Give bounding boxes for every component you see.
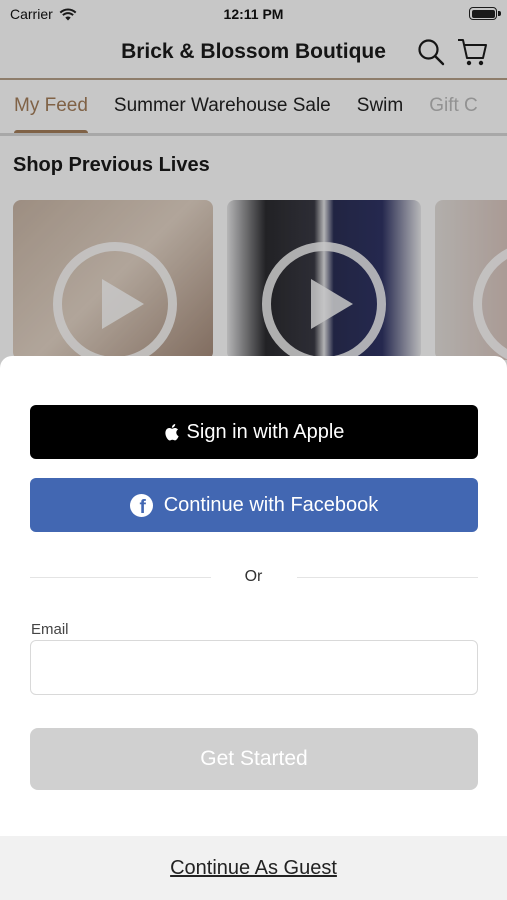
apple-button-label: Sign in with Apple (186, 420, 345, 443)
apple-icon (164, 424, 179, 441)
facebook-icon: f (129, 493, 153, 517)
continue-as-guest-link[interactable]: Continue As Guest (170, 857, 337, 880)
login-sheet: Sign in with Apple f Continue with Faceb… (0, 356, 507, 900)
sign-in-with-apple-button[interactable]: Sign in with Apple (30, 405, 478, 459)
get-started-label: Get Started (200, 747, 308, 770)
email-label: Email (31, 621, 69, 638)
guest-bar: Continue As Guest (0, 836, 507, 900)
facebook-button-label: Continue with Facebook (163, 493, 379, 516)
continue-with-facebook-button[interactable]: f Continue with Facebook (30, 478, 478, 532)
email-field[interactable] (30, 640, 478, 695)
divider-right (297, 577, 478, 578)
get-started-button[interactable]: Get Started (30, 728, 478, 790)
